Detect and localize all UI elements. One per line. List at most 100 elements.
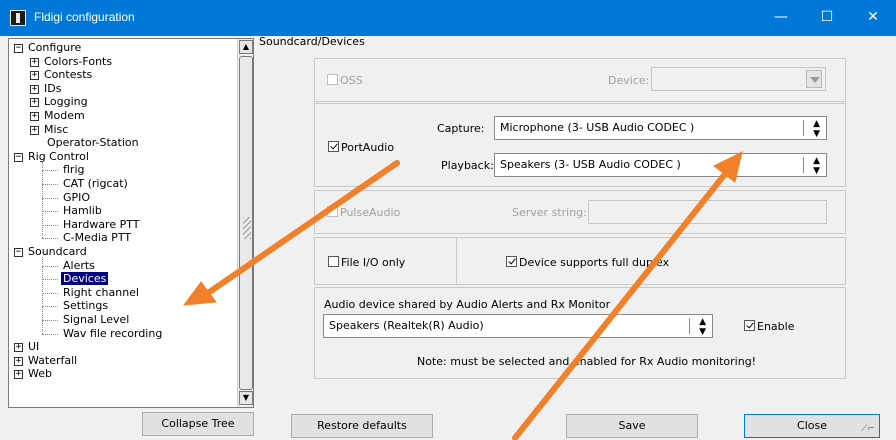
expand-icon[interactable]: +	[14, 356, 23, 366]
collapse-icon[interactable]: −	[14, 152, 23, 162]
tree-item-label: Logging	[44, 95, 88, 109]
tree-item[interactable]: Wav file recording	[61, 327, 164, 340]
minimize-button[interactable]: —	[758, 0, 804, 36]
close-button[interactable]: Close ⟋⌐	[744, 414, 880, 438]
tree-item-label: Rig Control	[28, 149, 89, 163]
tree-item[interactable]: Right channel	[61, 286, 141, 299]
collapse-icon[interactable]: −	[14, 44, 23, 53]
window-title: Fldigi configuration	[34, 10, 135, 24]
pulseaudio-label: PulseAudio	[340, 206, 401, 219]
scrollbar-thumb[interactable]	[239, 56, 253, 390]
save-button[interactable]: Save	[566, 414, 698, 438]
tree-item[interactable]: + UI	[14, 340, 41, 353]
alerts-device-label: Audio device shared by Audio Alerts and …	[324, 298, 611, 311]
tree-item-label: C-Media PTT	[63, 231, 132, 245]
tree-item[interactable]: + Contests	[30, 68, 94, 81]
collapse-icon[interactable]: −	[14, 248, 23, 257]
oss-checkbox[interactable]: OSS	[327, 74, 363, 87]
tree-item[interactable]: Alerts	[61, 259, 97, 272]
expand-icon[interactable]: +	[30, 125, 39, 135]
tree-item-label: Modem	[44, 109, 85, 122]
playback-device-select[interactable]: Speakers (3- USB Audio CODEC ) ▲ ▼	[494, 153, 827, 177]
full-duplex-checkbox[interactable]: Device supports full duplex	[506, 256, 669, 269]
expand-icon[interactable]: +	[30, 84, 39, 94]
tree-connector	[42, 265, 58, 267]
tree-item[interactable]: Signal Level	[61, 313, 131, 326]
tree-item-label: Waterfall	[28, 353, 78, 367]
pulseaudio-checkbox-box	[327, 206, 338, 217]
tree-item[interactable]: + Misc	[30, 123, 70, 136]
tree-item[interactable]: + IDs	[30, 82, 63, 95]
tree-item-label: Misc	[44, 122, 69, 136]
tree-item-label: UI	[28, 340, 40, 354]
tree-item[interactable]: Devices	[61, 272, 109, 286]
device-label: Device:	[608, 74, 650, 87]
tree-item-label: Contests	[44, 68, 93, 82]
tree-item[interactable]: + Logging	[30, 95, 90, 108]
full-duplex-label: Device supports full duplex	[519, 256, 670, 269]
tree-item[interactable]: Hardware PTT	[61, 218, 141, 231]
expand-icon[interactable]: +	[14, 343, 23, 353]
alerts-device-value: Speakers (Realtek(R) Audio)	[329, 319, 484, 332]
tree-item-label: Web	[28, 367, 52, 381]
capture-device-select[interactable]: Microphone (3- USB Audio CODEC ) ▲ ▼	[494, 116, 827, 140]
expand-icon[interactable]: +	[14, 370, 23, 380]
tree-scrollbar[interactable]: ▲ ▼	[237, 39, 253, 407]
tree-item-label: Configure	[28, 41, 82, 54]
resize-grip-icon: ⟋⌐	[861, 424, 875, 434]
tree-connector	[42, 279, 58, 281]
expand-icon[interactable]: +	[30, 57, 39, 67]
close-button-label: Close	[797, 419, 827, 432]
tree-connector	[42, 224, 58, 226]
full-duplex-checkbox-box	[506, 256, 517, 267]
tree-item[interactable]: + Colors-Fonts	[30, 55, 114, 68]
server-string-input[interactable]	[588, 200, 827, 224]
tree-item[interactable]: C-Media PTT	[61, 231, 133, 244]
expand-icon[interactable]: +	[30, 112, 39, 121]
tree-item[interactable]: − Soundcard	[14, 245, 89, 258]
capture-value: Microphone (3- USB Audio CODEC )	[500, 121, 695, 134]
dropdown-arrow-icon	[806, 70, 822, 88]
tree-item-label: Alerts	[63, 258, 95, 272]
portaudio-checkbox[interactable]: PortAudio	[328, 141, 394, 154]
close-window-button[interactable]: ✕	[850, 0, 896, 36]
tree-item[interactable]: CAT (rigcat)	[61, 177, 130, 190]
config-tree[interactable]: − Configure + Colors-Fonts + Contests + IDs + Log…	[8, 38, 254, 408]
title-bar: Fldigi configuration — ☐ ✕	[0, 0, 896, 36]
tree-item[interactable]: − Configure	[14, 41, 83, 54]
tree-item[interactable]: GPIO	[61, 191, 92, 204]
tree-item[interactable]: + Modem	[30, 109, 87, 122]
tree-item-label: Signal Level	[63, 313, 130, 326]
enable-checkbox[interactable]: Enable	[744, 320, 794, 333]
group-divider	[456, 238, 457, 284]
tree-item-label: IDs	[44, 81, 62, 95]
updown-arrows-icon: ▲ ▼	[813, 156, 820, 176]
restore-defaults-button[interactable]: Restore defaults	[291, 414, 433, 438]
collapse-tree-button[interactable]: Collapse Tree	[142, 412, 254, 436]
tree-item[interactable]: Settings	[61, 299, 110, 312]
pulseaudio-checkbox[interactable]: PulseAudio	[327, 206, 400, 219]
updown-arrows-icon: ▲ ▼	[813, 119, 820, 139]
tree-item-label: flrig	[63, 163, 85, 177]
fileio-checkbox[interactable]: File I/O only	[328, 256, 405, 269]
maximize-button[interactable]: ☐	[804, 0, 850, 36]
tree-item[interactable]: + Waterfall	[14, 354, 79, 367]
tree-item[interactable]: − Rig Control	[14, 150, 91, 163]
expand-icon[interactable]: +	[30, 98, 39, 108]
scroll-down-arrow-icon[interactable]: ▼	[239, 391, 253, 405]
tree-item[interactable]: flrig	[61, 163, 87, 176]
portaudio-label: PortAudio	[341, 141, 395, 154]
alerts-device-select[interactable]: Speakers (Realtek(R) Audio) ▲ ▼	[323, 314, 713, 338]
section-title: Soundcard/Devices	[259, 35, 365, 48]
tree-item[interactable]: Hamlib	[61, 204, 104, 217]
tree-item[interactable]: + Web	[14, 367, 54, 380]
fldigi-app-icon	[10, 10, 26, 26]
expand-icon[interactable]: +	[30, 71, 39, 81]
oss-device-select[interactable]	[651, 67, 826, 91]
tree-item[interactable]: Operator-Station	[45, 136, 141, 149]
scroll-up-arrow-icon[interactable]: ▲	[239, 40, 253, 54]
tree-item-label: GPIO	[63, 190, 91, 204]
playback-label: Playback:	[441, 159, 494, 172]
tree-item-label: Hamlib	[63, 204, 102, 218]
oss-checkbox-box	[327, 74, 338, 85]
